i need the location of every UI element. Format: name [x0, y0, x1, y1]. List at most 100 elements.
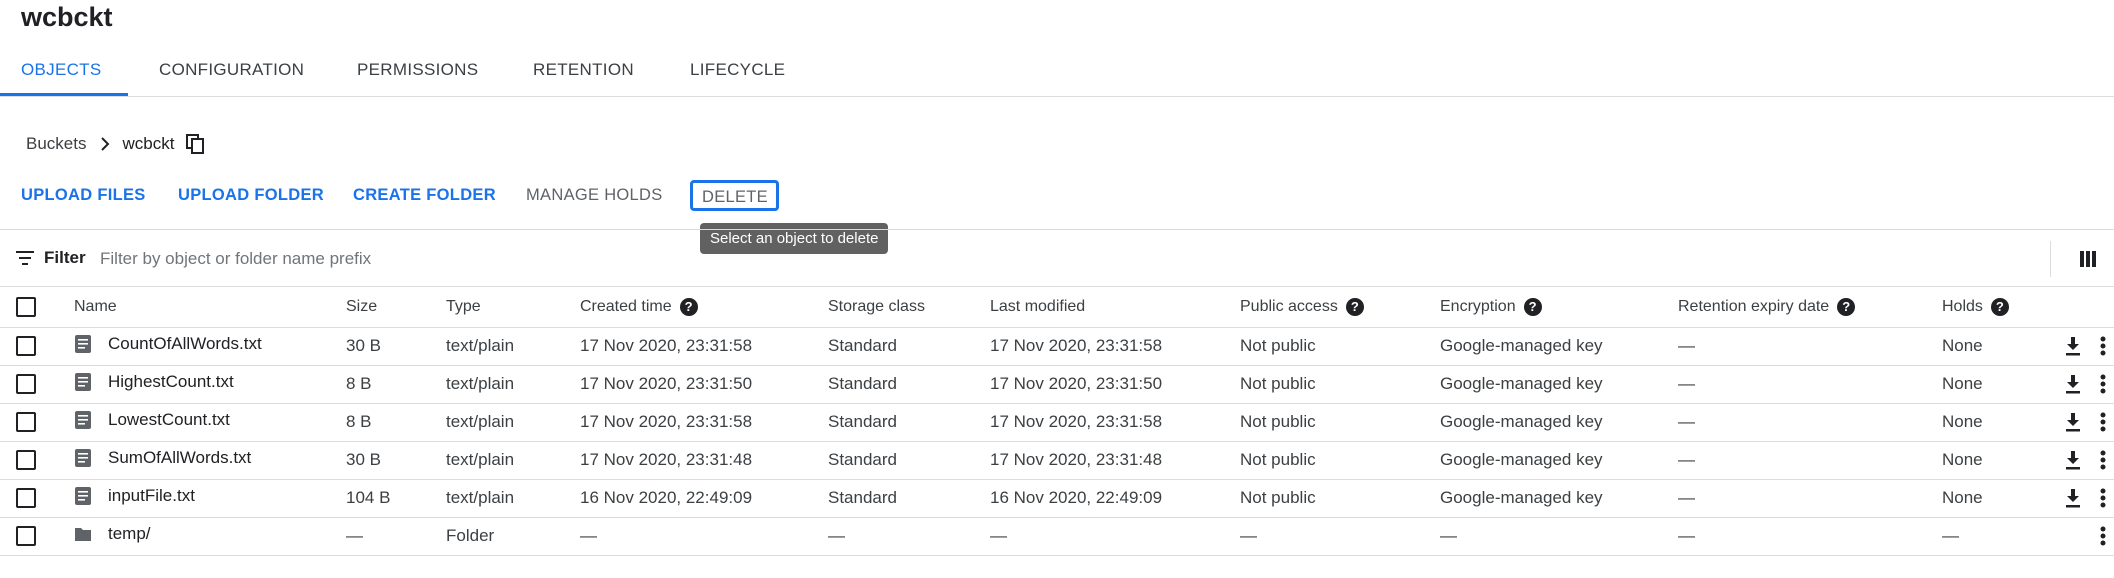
manage-holds-button[interactable]: MANAGE HOLDS — [526, 186, 663, 205]
object-created-time: 17 Nov 2020, 23:31:58 — [580, 327, 828, 366]
tab-permissions[interactable]: PERMISSIONS — [357, 60, 478, 80]
table-header-row: Name Size Type Created time? Storage cla… — [0, 287, 2114, 328]
object-created-time: 17 Nov 2020, 23:31:48 — [580, 441, 828, 480]
object-last-modified: 17 Nov 2020, 23:31:58 — [990, 327, 1240, 366]
object-type: text/plain — [446, 403, 580, 442]
table-row[interactable]: HighestCount.txt 8 B text/plain 17 Nov 2… — [0, 365, 2114, 404]
column-header-encryption[interactable]: Encryption — [1440, 298, 1516, 316]
tab-retention[interactable]: RETENTION — [533, 60, 634, 80]
filter-input[interactable] — [100, 246, 1000, 272]
column-header-public-access[interactable]: Public access — [1240, 298, 1338, 316]
more-vert-icon[interactable] — [2100, 450, 2106, 470]
table-row[interactable]: temp/ — Folder — — — — — — — — [0, 517, 2114, 556]
breadcrumb-current: wcbckt — [122, 134, 175, 153]
table-row[interactable]: inputFile.txt 104 B text/plain 16 Nov 20… — [0, 479, 2114, 518]
table-row[interactable]: CountOfAllWords.txt 30 B text/plain 17 N… — [0, 327, 2114, 366]
select-all-checkbox[interactable] — [16, 296, 36, 317]
breadcrumb-buckets-link[interactable]: Buckets — [26, 134, 86, 154]
delete-button[interactable]: DELETE — [690, 180, 779, 211]
object-name-link[interactable]: CountOfAllWords.txt — [108, 334, 262, 354]
copy-icon[interactable] — [186, 134, 205, 154]
object-created-time: 17 Nov 2020, 23:31:58 — [580, 403, 828, 442]
object-size: 8 B — [346, 365, 446, 404]
active-tab-indicator — [0, 93, 128, 96]
more-vert-icon[interactable] — [2100, 488, 2106, 508]
help-icon[interactable]: ? — [1345, 297, 1364, 316]
column-header-type[interactable]: Type — [446, 298, 481, 315]
object-last-modified: 17 Nov 2020, 23:31:50 — [990, 365, 1240, 404]
object-name-link[interactable]: temp/ — [108, 524, 151, 544]
tab-configuration[interactable]: CONFIGURATION — [159, 60, 304, 80]
object-public-access: Not public — [1240, 441, 1440, 480]
column-header-created-time[interactable]: Created time — [580, 298, 672, 316]
object-holds: None — [1942, 365, 2048, 404]
more-vert-icon[interactable] — [2100, 412, 2106, 432]
divider — [2050, 241, 2051, 277]
filter-icon[interactable] — [16, 251, 34, 265]
help-icon[interactable]: ? — [1837, 297, 1856, 316]
object-retention-expiry: — — [1678, 327, 1942, 366]
download-icon[interactable] — [2064, 488, 2082, 508]
file-icon — [75, 411, 91, 429]
column-display-options-icon[interactable] — [2080, 251, 2096, 267]
create-folder-button[interactable]: CREATE FOLDER — [353, 186, 496, 205]
download-icon[interactable] — [2064, 450, 2082, 470]
more-vert-icon[interactable] — [2100, 526, 2106, 546]
object-name-link[interactable]: inputFile.txt — [108, 486, 195, 506]
object-storage-class: Standard — [828, 365, 990, 404]
row-checkbox[interactable] — [16, 450, 36, 471]
column-header-holds[interactable]: Holds — [1942, 298, 1983, 316]
object-last-modified: 16 Nov 2020, 22:49:09 — [990, 479, 1240, 518]
object-size: — — [346, 517, 446, 556]
filter-label[interactable]: Filter — [44, 248, 86, 268]
download-icon[interactable] — [2064, 374, 2082, 394]
object-public-access: — — [1240, 517, 1440, 556]
column-header-last-modified[interactable]: Last modified — [990, 298, 1085, 315]
upload-files-button[interactable]: UPLOAD FILES — [21, 186, 146, 205]
object-type: text/plain — [446, 327, 580, 366]
row-checkbox[interactable] — [16, 488, 36, 509]
object-last-modified: — — [990, 517, 1240, 556]
column-header-size[interactable]: Size — [346, 298, 377, 315]
help-icon[interactable]: ? — [1523, 297, 1542, 316]
row-checkbox[interactable] — [16, 374, 36, 395]
object-storage-class: Standard — [828, 327, 990, 366]
chevron-right-icon — [101, 137, 110, 151]
column-header-storage-class[interactable]: Storage class — [828, 298, 925, 315]
object-public-access: Not public — [1240, 365, 1440, 404]
object-storage-class: Standard — [828, 403, 990, 442]
more-vert-icon[interactable] — [2100, 374, 2106, 394]
table-row[interactable]: LowestCount.txt 8 B text/plain 17 Nov 20… — [0, 403, 2114, 442]
object-storage-class: — — [828, 517, 990, 556]
object-retention-expiry: — — [1678, 517, 1942, 556]
column-header-retention-expiry-date[interactable]: Retention expiry date — [1678, 298, 1829, 316]
object-name-link[interactable]: SumOfAllWords.txt — [108, 448, 251, 468]
more-vert-icon[interactable] — [2100, 336, 2106, 356]
object-name-link[interactable]: HighestCount.txt — [108, 372, 234, 392]
object-encryption: Google-managed key — [1440, 403, 1678, 442]
tab-lifecycle[interactable]: LIFECYCLE — [690, 60, 785, 80]
download-icon[interactable] — [2064, 336, 2082, 356]
object-retention-expiry: — — [1678, 479, 1942, 518]
object-type: text/plain — [446, 365, 580, 404]
column-header-name[interactable]: Name — [74, 298, 117, 315]
tab-objects[interactable]: OBJECTS — [21, 60, 102, 80]
row-checkbox[interactable] — [16, 526, 36, 547]
table-row[interactable]: SumOfAllWords.txt 30 B text/plain 17 Nov… — [0, 441, 2114, 480]
row-checkbox[interactable] — [16, 336, 36, 357]
help-icon[interactable]: ? — [1990, 297, 2009, 316]
object-public-access: Not public — [1240, 403, 1440, 442]
help-icon[interactable]: ? — [679, 297, 698, 316]
object-holds: None — [1942, 327, 2048, 366]
row-checkbox[interactable] — [16, 412, 36, 433]
object-type: text/plain — [446, 479, 580, 518]
breadcrumb: Buckets wcbckt — [26, 134, 205, 154]
upload-folder-button[interactable]: UPLOAD FOLDER — [178, 186, 324, 205]
file-icon — [75, 487, 91, 505]
object-last-modified: 17 Nov 2020, 23:31:58 — [990, 403, 1240, 442]
object-public-access: Not public — [1240, 327, 1440, 366]
object-name-link[interactable]: LowestCount.txt — [108, 410, 230, 430]
download-icon[interactable] — [2064, 412, 2082, 432]
object-retention-expiry: — — [1678, 365, 1942, 404]
object-encryption: Google-managed key — [1440, 365, 1678, 404]
